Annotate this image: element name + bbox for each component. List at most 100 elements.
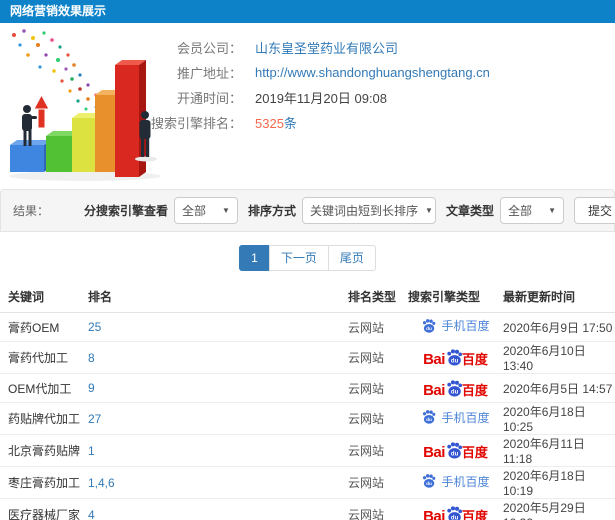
baidu-logo-baidu-chars: 百度: [461, 509, 488, 520]
table-row: OEM代加工 9 云网站 Bai du 百度 2020年6月5日 14:57: [0, 373, 615, 403]
rank-type-cell: 云网站: [348, 498, 408, 520]
keyword-cell: OEM代加工: [0, 373, 88, 403]
rank-type-cell: 云网站: [348, 466, 408, 499]
mobile-baidu-label: 手机百度: [441, 410, 490, 425]
baidu-logo-baidu-chars: 百度: [461, 382, 488, 398]
mobile-baidu-logo: du 手机百度: [421, 473, 490, 490]
updated-cell: 2020年6月18日 10:25: [503, 402, 615, 435]
mobile-baidu-label: 手机百度: [441, 474, 490, 489]
baidu-logo-bai: Bai: [423, 381, 445, 399]
bar-chart-illustration: [0, 25, 180, 185]
next-page-button[interactable]: 下一页: [268, 245, 329, 271]
rank-type-cell: 云网站: [348, 312, 408, 342]
table-header-row: 关键词 排名 排名类型 搜索引擎类型 最新更新时间: [0, 281, 615, 313]
mobile-baidu-label: 手机百度: [441, 319, 490, 334]
article-type-label: 文章类型: [445, 204, 494, 218]
updated-header: 最新更新时间: [503, 281, 615, 313]
mobile-baidu-logo: du 手机百度: [421, 409, 490, 426]
rank-count-value: 5325: [255, 116, 284, 131]
engine-select[interactable]: 全部 ▼: [173, 197, 238, 224]
baidu-logo-bai: Bai: [423, 508, 445, 520]
company-link[interactable]: 山东皇圣堂药业有限公司: [255, 41, 398, 56]
sort-select-value: 关键词由短到长排序: [309, 204, 418, 218]
chevron-down-icon: ▼: [425, 206, 433, 215]
baidu-logo: Bai du 百度: [423, 379, 488, 398]
keyword-cell: 膏药代加工: [0, 341, 88, 374]
last-page-button[interactable]: 尾页: [327, 245, 376, 271]
updated-cell: 2020年6月11日 11:18: [503, 434, 615, 467]
info-row-company: 会员公司： 山东皇圣堂药业有限公司: [147, 35, 615, 60]
info-row-rank-count: 搜索引擎排名： 5325条: [147, 110, 615, 135]
updated-cell: 2020年6月5日 14:57: [503, 373, 615, 403]
table-row: 医疗器械厂家 4 云网站 Bai du 百度 2020年5月29日 10:32: [0, 498, 615, 520]
promo-url-link[interactable]: http://www.shandonghuangshengtang.cn: [255, 65, 490, 80]
engine-type-header: 搜索引擎类型: [408, 281, 503, 313]
baidu-logo: Bai du 百度: [423, 441, 488, 460]
keyword-cell: 医疗器械厂家: [0, 498, 88, 520]
svg-text:du: du: [451, 451, 459, 457]
page-1-button[interactable]: 1: [239, 245, 270, 271]
bar-chart-image: [9, 29, 161, 181]
engine-type-cell: Bai du 百度: [408, 434, 503, 467]
info-row-open-time: 开通时间： 2019年11月20日 09:08: [147, 85, 615, 110]
updated-cell: 2020年6月18日 10:19: [503, 466, 615, 499]
rank-link[interactable]: 4: [88, 508, 95, 520]
table-row: 膏药OEM 25 云网站 du 手机百度 2020年6月9日 17:50: [0, 312, 615, 342]
open-time-value: 2019年11月20日 09:08: [255, 91, 388, 106]
businessman-left: [22, 105, 37, 146]
rank-header: 排名: [88, 281, 348, 313]
confetti-dots: [12, 29, 106, 111]
rank-link[interactable]: 8: [88, 351, 95, 365]
updated-cell: 2020年6月9日 17:50: [503, 312, 615, 342]
app-header: 网络营销效果展示: [0, 0, 615, 23]
hero-section: 会员公司： 山东皇圣堂药业有限公司 推广地址： http://www.shand…: [0, 23, 615, 189]
chevron-down-icon: ▼: [222, 206, 230, 215]
baidu-logo-bai: Bai: [423, 444, 445, 461]
article-type-select-value: 全部: [508, 204, 533, 218]
sort-filter-label: 排序方式: [247, 204, 296, 218]
svg-text:du: du: [427, 326, 433, 332]
rank-link[interactable]: 25: [88, 320, 101, 334]
up-arrow-icon: [33, 93, 50, 129]
rank-type-cell: 云网站: [348, 341, 408, 374]
mobile-baidu-logo: du 手机百度: [421, 317, 490, 334]
baidu-logo: Bai du 百度: [423, 348, 488, 367]
rank-type-cell: 云网站: [348, 402, 408, 435]
rank-link[interactable]: 9: [88, 381, 95, 395]
rank-type-header: 排名类型: [348, 281, 408, 313]
keyword-cell: 枣庄膏药加工: [0, 466, 88, 499]
svg-text:du: du: [451, 389, 459, 395]
rank-link[interactable]: 1: [88, 444, 95, 458]
engine-type-cell: Bai du 百度: [408, 373, 503, 403]
updated-cell: 2020年6月10日 13:40: [503, 341, 615, 374]
baidu-logo: Bai du 百度: [423, 505, 488, 520]
baidu-paw-icon: du: [423, 474, 436, 488]
sort-select[interactable]: 关键词由短到长排序 ▼: [301, 197, 436, 224]
keyword-cell: 药贴牌代加工: [0, 402, 88, 435]
baidu-logo-baidu-chars: 百度: [461, 445, 488, 460]
page-title: 网络营销效果展示: [10, 4, 107, 18]
engine-type-cell: Bai du 百度: [408, 341, 503, 374]
updated-cell: 2020年5月29日 10:32: [503, 498, 615, 520]
submit-button[interactable]: 提交: [574, 197, 615, 224]
table-row: 北京膏药贴牌 1 云网站 Bai du 百度 2020年6月11日 11:18: [0, 434, 615, 467]
chevron-down-icon: ▼: [548, 206, 556, 215]
engine-type-cell: du 手机百度: [408, 466, 503, 499]
result-label: 结果：: [13, 204, 50, 218]
baidu-logo-bai: Bai: [423, 351, 445, 368]
svg-text:du: du: [427, 481, 433, 487]
table-row: 膏药代加工 8 云网站 Bai du 百度 2020年6月10日 13:40: [0, 341, 615, 374]
pagination: 1 下一页 尾页: [0, 232, 615, 281]
keyword-cell: 北京膏药贴牌: [0, 434, 88, 467]
rank-link[interactable]: 1,4,6: [88, 476, 115, 490]
svg-text:du: du: [451, 515, 459, 520]
svg-text:du: du: [427, 417, 433, 423]
keyword-header: 关键词: [0, 281, 88, 313]
article-type-select[interactable]: 全部 ▼: [500, 197, 564, 224]
results-table: 关键词 排名 排名类型 搜索引擎类型 最新更新时间 膏药OEM 25 云网站 d…: [0, 281, 615, 520]
rank-link[interactable]: 27: [88, 412, 101, 426]
rank-type-cell: 云网站: [348, 434, 408, 467]
engine-type-cell: Bai du 百度: [408, 498, 503, 520]
table-row: 药贴牌代加工 27 云网站 du 手机百度 2020年6月18日 10:25: [0, 402, 615, 435]
filter-bar: 结果： 分搜索引擎查看 全部 ▼ 排序方式 关键词由短到长排序 ▼ 文章类型 全…: [0, 189, 615, 232]
